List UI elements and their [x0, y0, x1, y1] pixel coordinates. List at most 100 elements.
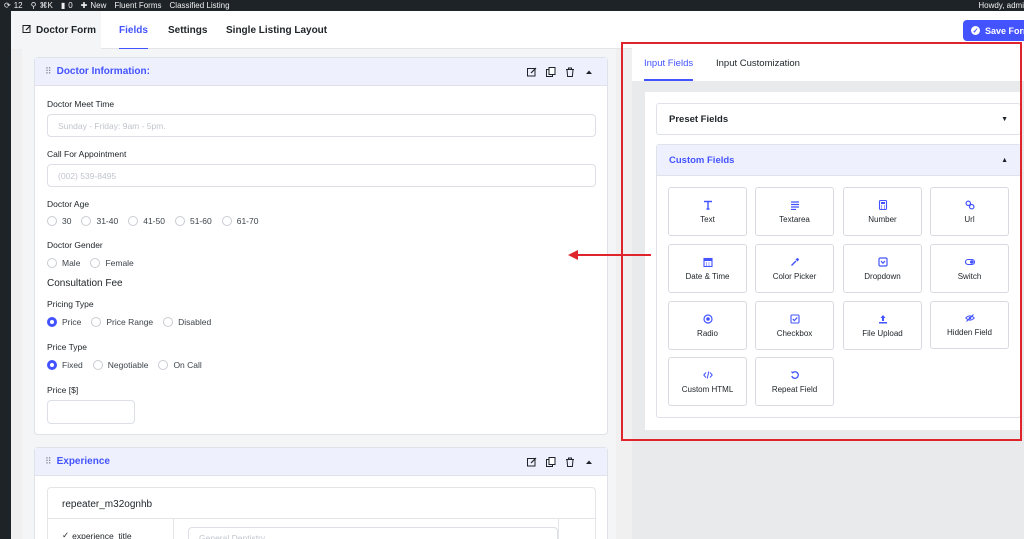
radio-option[interactable]: Female: [90, 258, 134, 268]
checkbox-icon: [789, 313, 800, 324]
radio-option[interactable]: Price Range: [91, 317, 153, 327]
drag-handle-icon[interactable]: ⠿: [45, 66, 52, 77]
doctor-gender-radio-group: Male Female: [47, 258, 134, 268]
preset-fields-header[interactable]: Preset Fields ▼: [656, 103, 1021, 135]
fluent-forms-link[interactable]: Fluent Forms: [114, 1, 161, 10]
radio-circle: [92, 360, 103, 370]
admin-bar: ⟳ 12 ⚲ ⌘K ▮ 0 ✚ New Fluent Forms Classified …: [0, 0, 1024, 11]
radio-option[interactable]: 61-70: [221, 216, 258, 226]
radio-option-selected[interactable]: Price: [47, 317, 81, 327]
field-button-color-picker[interactable]: Color Picker: [755, 244, 834, 293]
radio-circle: [47, 258, 57, 268]
radio-circle: [81, 216, 92, 226]
radio-option[interactable]: On Call: [158, 360, 202, 370]
admin-sidebar-edge: [0, 11, 11, 539]
caret-up-icon: ▲: [1001, 157, 1008, 164]
radio-option[interactable]: 41-50: [128, 216, 165, 226]
radio-circle: [90, 258, 101, 268]
field-button-date-time[interactable]: Date & Time: [668, 244, 747, 293]
section-title: Doctor Information:: [56, 66, 150, 77]
custom-fields-header[interactable]: Custom Fields ▲: [657, 145, 1020, 176]
radio-option-selected[interactable]: Fixed: [47, 360, 83, 370]
collapse-caret-icon[interactable]: [583, 456, 595, 468]
dropdown-icon: [877, 256, 888, 267]
field-button-number[interactable]: Number: [843, 187, 922, 236]
divider: [558, 518, 559, 539]
tab-input-customization[interactable]: Input Customization: [716, 45, 800, 81]
classified-listing-link[interactable]: Classified Listing: [170, 1, 230, 10]
radio-option[interactable]: Negotiable: [92, 360, 148, 370]
meet-time-input[interactable]: Sunday - Friday: 9am - 5pm.: [47, 114, 596, 137]
field-button-custom-html[interactable]: Custom HTML: [668, 357, 747, 406]
section-header: ⠿ Doctor Information:: [35, 58, 607, 86]
check-circle-icon: ✓: [62, 530, 70, 539]
radio-circle: [158, 360, 169, 370]
repeater-field: repeater_m32ognhb ✓ experience_title Gene…: [47, 487, 596, 539]
field-button-text[interactable]: Text: [668, 187, 747, 236]
text-icon: [703, 200, 713, 210]
radio-circle: [163, 317, 174, 327]
repeater-row-input[interactable]: General Dentistry: [188, 527, 558, 539]
howdy-user[interactable]: Howdy, admi: [978, 0, 1024, 11]
form-canvas: ⠿ Doctor Information: Doctor Meet Time S…: [22, 49, 616, 539]
divider: [48, 518, 595, 519]
doctor-info-section: ⠿ Doctor Information: Doctor Meet Time S…: [34, 57, 608, 435]
calculator-icon: [878, 199, 888, 210]
field-button-textarea[interactable]: Textarea: [755, 187, 834, 236]
tab-settings[interactable]: Settings: [168, 11, 207, 49]
duplicate-icon[interactable]: [545, 456, 557, 468]
drag-handle-icon[interactable]: ⠿: [45, 456, 52, 467]
doctor-age-label: Doctor Age: [47, 199, 90, 209]
plus-icon: ✚: [80, 1, 88, 10]
command-palette-item[interactable]: ⚲ ⌘K: [31, 1, 53, 10]
upload-icon: [878, 314, 888, 324]
field-button-dropdown[interactable]: Dropdown: [843, 244, 922, 293]
radio-option[interactable]: Disabled: [163, 317, 211, 327]
save-form-button[interactable]: ✓ Save Form: [963, 20, 1024, 41]
comments-item[interactable]: ▮ 0: [61, 1, 73, 10]
link-icon: [964, 199, 975, 210]
trash-icon[interactable]: [564, 66, 576, 78]
editor-header: Doctor Form Fields Settings Single Listi…: [11, 11, 1024, 50]
repeater-name: repeater_m32ognhb: [62, 499, 153, 510]
textarea-icon: [790, 200, 800, 210]
experience-section: ⠿ Experience repeater_m32ognhb ✓ experien…: [34, 447, 608, 539]
edit-icon[interactable]: [526, 66, 538, 78]
eye-slash-icon: [964, 313, 975, 323]
new-item[interactable]: ✚ New: [81, 1, 107, 10]
field-button-repeat-field[interactable]: Repeat Field: [755, 357, 834, 406]
field-button-switch[interactable]: Switch: [930, 244, 1009, 293]
field-button-url[interactable]: Url: [930, 187, 1009, 236]
consultation-fee-heading: Consultation Fee: [47, 278, 123, 289]
tab-fields[interactable]: Fields: [119, 11, 148, 50]
check-icon: ✓: [971, 26, 980, 35]
radio-option[interactable]: 30: [47, 216, 71, 226]
pricing-type-radio-group: Price Price Range Disabled: [47, 317, 211, 327]
radio-option[interactable]: Male: [47, 258, 80, 268]
form-title: Doctor Form: [11, 11, 101, 49]
field-button-hidden-field[interactable]: Hidden Field: [930, 301, 1009, 349]
meet-time-label: Doctor Meet Time: [47, 99, 115, 109]
radio-circle: [221, 216, 232, 226]
radio-option[interactable]: 31-40: [81, 216, 118, 226]
field-button-file-upload[interactable]: File Upload: [843, 301, 922, 350]
updates-item[interactable]: ⟳ 12: [4, 1, 23, 10]
trash-icon[interactable]: [564, 456, 576, 468]
tab-input-fields[interactable]: Input Fields: [644, 45, 694, 81]
price-type-label: Price Type: [47, 342, 88, 352]
toggle-icon: [964, 257, 975, 267]
radio-option[interactable]: 51-60: [174, 216, 212, 226]
duplicate-icon[interactable]: [545, 66, 557, 78]
radio-icon: [702, 313, 713, 324]
price-label: Price [$]: [47, 385, 79, 395]
price-input[interactable]: [47, 400, 135, 424]
tab-single-listing-layout[interactable]: Single Listing Layout: [226, 11, 327, 49]
radio-circle: [128, 216, 139, 226]
field-button-radio[interactable]: Radio: [668, 301, 747, 350]
collapse-caret-icon[interactable]: [583, 66, 595, 78]
field-button-checkbox[interactable]: Checkbox: [755, 301, 834, 350]
appointment-input[interactable]: (002) 539-8495: [47, 164, 596, 187]
code-icon: [702, 370, 713, 380]
divider: [173, 518, 174, 539]
edit-icon[interactable]: [526, 456, 538, 468]
